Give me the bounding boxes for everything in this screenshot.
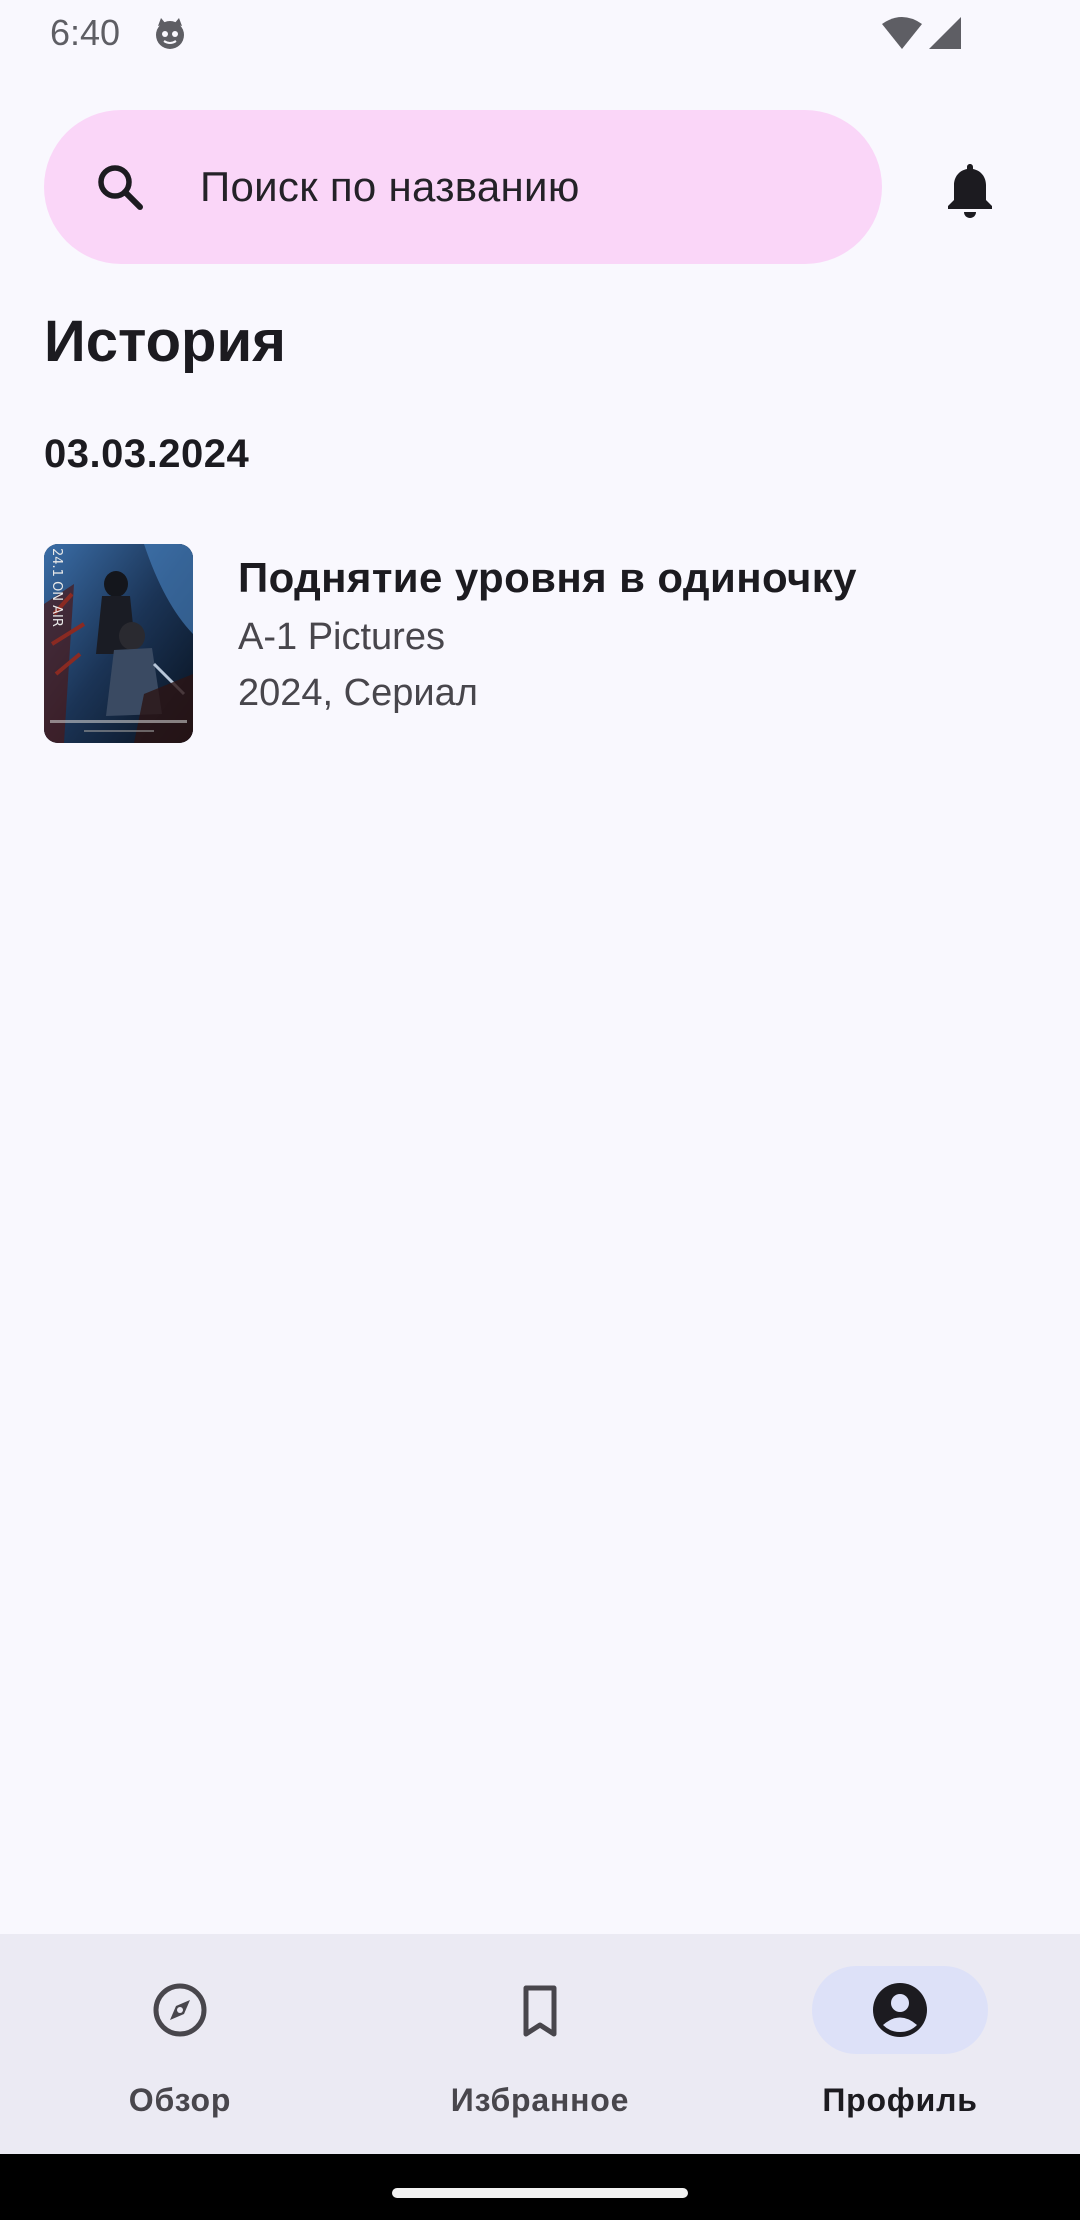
- bookmark-icon: [523, 1985, 557, 2037]
- status-time: 6:40: [50, 12, 121, 53]
- system-gesture-bar: [0, 2154, 1080, 2220]
- wifi-icon: [882, 17, 922, 49]
- cat-face-icon: [156, 18, 184, 49]
- poster-image: 24.1 ON AIR: [44, 544, 193, 743]
- history-list-item[interactable]: 24.1 ON AIR Поднятие уровня в одиночку A…: [44, 544, 1036, 744]
- nav-item-profile[interactable]: Профиль: [720, 1934, 1080, 2154]
- poster-caption: 24.1 ON AIR: [49, 548, 64, 627]
- item-studio: A-1 Pictures: [238, 616, 445, 658]
- bottom-navigation: Обзор Избранное Профиль: [0, 1934, 1080, 2154]
- item-title: Поднятие уровня в одиночку: [238, 554, 857, 601]
- nav-item-favorites[interactable]: Избранное: [360, 1934, 720, 2154]
- account-circle-icon: [873, 1983, 927, 2037]
- search-input[interactable]: Поиск по названию: [200, 163, 580, 211]
- nav-item-overview[interactable]: Обзор: [0, 1934, 360, 2154]
- compass-icon: [153, 1983, 207, 2037]
- notifications-button[interactable]: [930, 150, 1010, 230]
- nav-label-favorites: Избранное: [450, 2082, 630, 2118]
- nav-label-overview: Обзор: [128, 2082, 232, 2118]
- page-title: История: [44, 309, 286, 374]
- history-date-header: 03.03.2024: [44, 432, 250, 476]
- search-bar[interactable]: Поиск по названию: [44, 110, 882, 264]
- status-bar: 6:40: [0, 0, 1080, 66]
- bell-icon: [948, 164, 992, 218]
- cell-signal-icon: [929, 17, 961, 49]
- nav-label-profile: Профиль: [822, 2082, 978, 2118]
- search-icon: [98, 165, 143, 210]
- item-meta: 2024, Сериал: [238, 672, 478, 714]
- home-gesture-handle[interactable]: [392, 2188, 688, 2198]
